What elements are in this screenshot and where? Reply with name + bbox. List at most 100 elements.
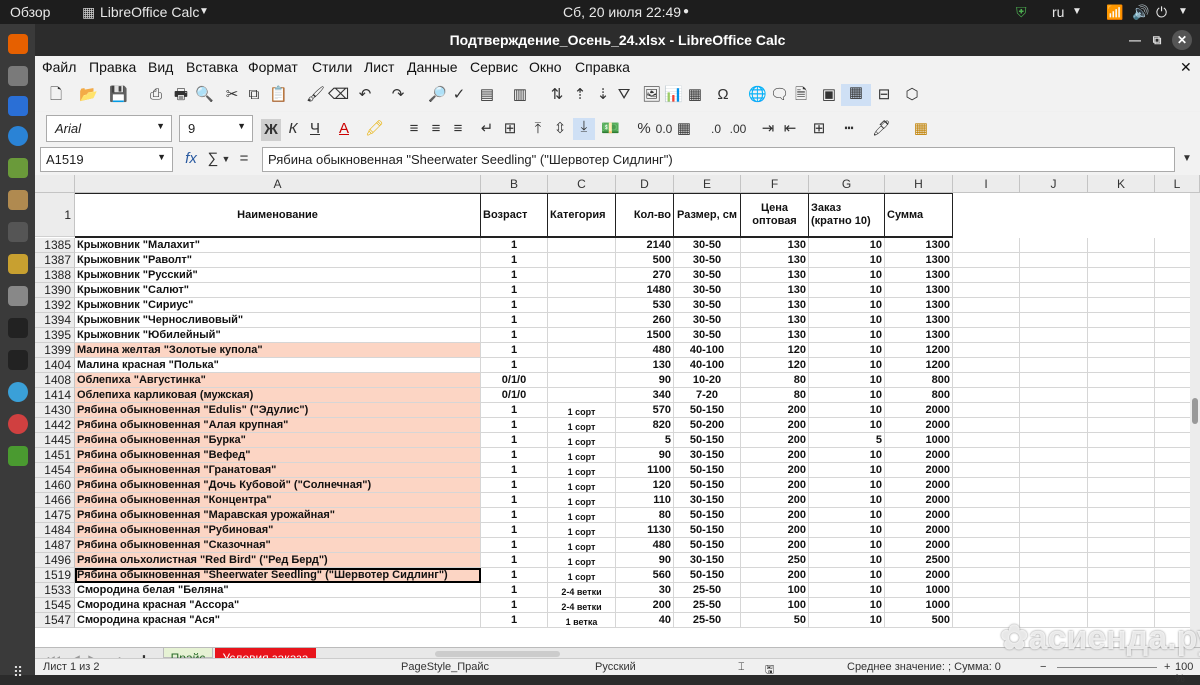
cell-cat[interactable]: 1 сорт — [548, 478, 616, 493]
cell-size[interactable]: 50-150 — [674, 463, 741, 478]
cell-age[interactable]: 1 — [481, 553, 548, 568]
italic-button[interactable]: К — [284, 120, 302, 138]
cell-empty[interactable] — [953, 388, 1020, 403]
shield-icon[interactable]: ⛨ — [1016, 0, 1027, 24]
calc-icon[interactable] — [8, 446, 28, 466]
add-decimal-icon[interactable]: .0 — [707, 120, 725, 138]
clear-formatting-icon[interactable]: ⌫ — [328, 86, 346, 104]
cell-name[interactable]: Рябина обыкновенная "Гранатовая" — [75, 463, 481, 478]
cell-sum[interactable]: 1300 — [885, 328, 953, 343]
currency-format-icon[interactable]: 💵 — [601, 120, 619, 138]
cell-size[interactable]: 30-150 — [674, 493, 741, 508]
cell-size[interactable]: 50-150 — [674, 478, 741, 493]
cell-age[interactable]: 1 — [481, 598, 548, 613]
zoom-out-icon[interactable]: − — [1040, 661, 1046, 673]
cell-age[interactable]: 1 — [481, 568, 548, 583]
cell-empty[interactable] — [953, 313, 1020, 328]
cell-qty[interactable]: 820 — [616, 418, 674, 433]
cell-empty[interactable] — [1088, 298, 1155, 313]
cell-empty[interactable] — [1020, 358, 1088, 373]
menu-insert[interactable]: Вставка — [186, 59, 238, 75]
cell-empty[interactable] — [1020, 388, 1088, 403]
underline-button[interactable]: Ч — [306, 120, 324, 138]
cell-price[interactable]: 100 — [741, 598, 809, 613]
activities-button[interactable]: Обзор — [10, 0, 50, 24]
decrease-indent-icon[interactable]: ⇤ — [781, 120, 799, 138]
cell-size[interactable]: 30-50 — [674, 253, 741, 268]
cell-name[interactable]: Рябина обыкновенная "Рубиновая" — [75, 523, 481, 538]
cell-empty[interactable] — [1088, 253, 1155, 268]
cell-empty[interactable] — [1020, 313, 1088, 328]
cell-name[interactable]: Рябина обыкновенная "Бурка" — [75, 433, 481, 448]
cell-empty[interactable] — [953, 493, 1020, 508]
cell-age[interactable]: 1 — [481, 418, 548, 433]
cell-empty[interactable] — [1088, 538, 1155, 553]
cell-empty[interactable] — [1088, 553, 1155, 568]
terminal-icon[interactable] — [8, 318, 28, 338]
cell-cat[interactable] — [548, 268, 616, 283]
menu-sheet[interactable]: Лист — [364, 59, 394, 75]
app-icon[interactable] — [8, 414, 28, 434]
column-header-e[interactable]: E — [674, 175, 741, 193]
language-indicator[interactable]: ru — [1052, 0, 1064, 24]
cell-qty[interactable]: 40 — [616, 613, 674, 628]
spelling-icon[interactable]: ✓ — [450, 86, 468, 104]
cell-empty[interactable] — [1088, 403, 1155, 418]
sheet-tab-order-terms[interactable]: Условия заказа — [215, 648, 316, 658]
app-icon[interactable] — [8, 254, 28, 274]
cell-sum[interactable]: 2000 — [885, 418, 953, 433]
hyperlink-icon[interactable]: 🌐 — [748, 86, 766, 104]
cell-empty[interactable] — [953, 553, 1020, 568]
cell-size[interactable]: 7-20 — [674, 388, 741, 403]
cell-price[interactable]: 130 — [741, 283, 809, 298]
cell-qty[interactable]: 30 — [616, 583, 674, 598]
cell-empty[interactable] — [1020, 328, 1088, 343]
cell-qty[interactable]: 340 — [616, 388, 674, 403]
cell-empty[interactable] — [1020, 523, 1088, 538]
cell-empty[interactable] — [1088, 268, 1155, 283]
pivot-table-icon[interactable]: ▦ — [686, 86, 704, 104]
cell-cat[interactable] — [548, 253, 616, 268]
chrome-icon[interactable] — [8, 382, 28, 402]
cell-qty[interactable]: 1100 — [616, 463, 674, 478]
cell-size[interactable]: 30-50 — [674, 298, 741, 313]
cell-size[interactable]: 30-50 — [674, 283, 741, 298]
cell-order[interactable]: 10 — [809, 313, 885, 328]
cell-empty[interactable] — [953, 298, 1020, 313]
column-header-b[interactable]: B — [481, 175, 548, 193]
cell-empty[interactable] — [1088, 493, 1155, 508]
cell-empty[interactable] — [953, 523, 1020, 538]
cell-price[interactable]: 130 — [741, 313, 809, 328]
autofilter-icon[interactable]: ⛛ — [615, 86, 633, 104]
row-header[interactable]: 1388 — [35, 268, 75, 283]
cell-empty[interactable] — [1088, 568, 1155, 583]
cell-empty[interactable] — [1088, 418, 1155, 433]
cell-size[interactable]: 30-150 — [674, 553, 741, 568]
cell-qty[interactable]: 90 — [616, 448, 674, 463]
cell-age[interactable]: 1 — [481, 523, 548, 538]
cell-empty[interactable] — [1088, 478, 1155, 493]
row-header[interactable]: 1394 — [35, 313, 75, 328]
cell-age[interactable]: 1 — [481, 313, 548, 328]
cell-name[interactable]: Смородина белая "Беляна" — [75, 583, 481, 598]
cell-name[interactable]: Крыжовник "Русский" — [75, 268, 481, 283]
cell-empty[interactable] — [953, 463, 1020, 478]
new-icon[interactable]: 🗋 — [47, 86, 65, 104]
borders-icon[interactable]: ⊞ — [810, 120, 828, 138]
cell-empty[interactable] — [1020, 553, 1088, 568]
delete-decimal-icon[interactable]: .00 — [729, 120, 747, 138]
cell-sum[interactable]: 1300 — [885, 313, 953, 328]
cell-age[interactable]: 1 — [481, 298, 548, 313]
cell-price[interactable]: 200 — [741, 523, 809, 538]
cell-order[interactable]: 10 — [809, 238, 885, 253]
row-header[interactable]: 1496 — [35, 553, 75, 568]
cell-qty[interactable]: 260 — [616, 313, 674, 328]
cell-age[interactable]: 1 — [481, 448, 548, 463]
close-icon[interactable]: ✕ — [1172, 30, 1192, 50]
column-header-l[interactable]: L — [1155, 175, 1200, 193]
row-icon[interactable]: ▤ — [478, 86, 496, 104]
cell-cat[interactable] — [548, 298, 616, 313]
cell-empty[interactable] — [1020, 433, 1088, 448]
cell-cat[interactable]: 1 сорт — [548, 448, 616, 463]
cell-order[interactable]: 10 — [809, 403, 885, 418]
